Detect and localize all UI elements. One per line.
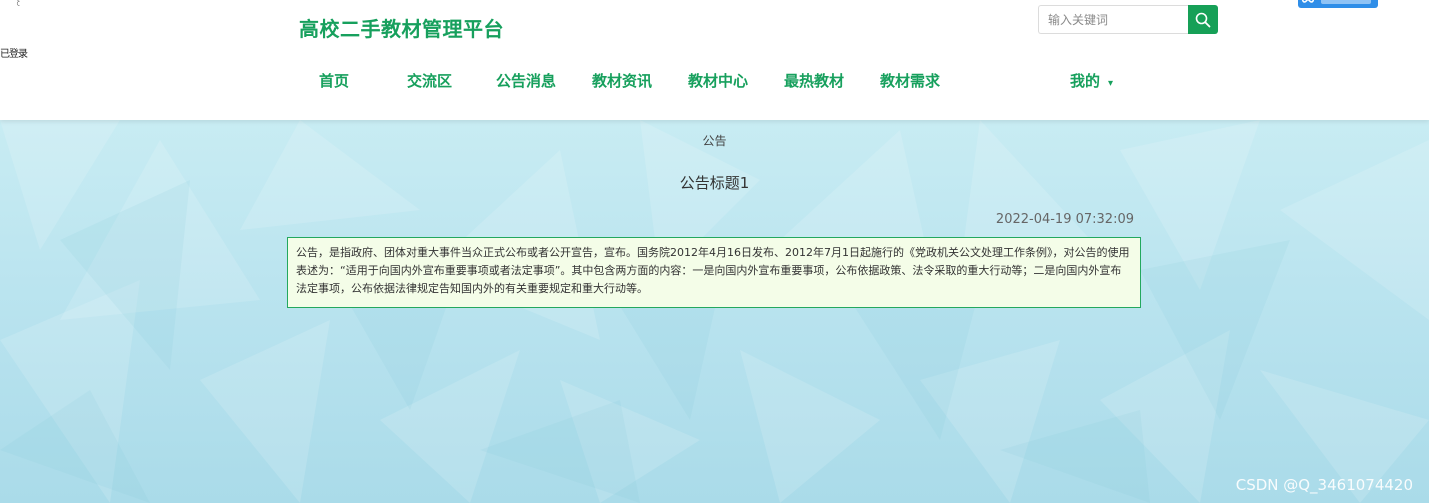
infinity-icon — [1301, 0, 1315, 3]
main-content: 公告 公告标题1 2022-04-19 07:32:09 公告，是指政府、团体对… — [0, 120, 1429, 503]
notice-timestamp: 2022-04-19 07:32:09 — [995, 212, 1134, 227]
chevron-down-icon: ▾ — [1108, 78, 1114, 89]
nav-item-my-account[interactable]: 我的 ▾ — [1070, 70, 1113, 91]
main-nav: 首页 交流区 公告消息 教材资讯 教材中心 最热教材 教材需求 我的 ▾ — [0, 70, 1429, 90]
notice-content: 公告，是指政府、团体对重大事件当众正式公布或者公开宣告，宣布。国务院2012年4… — [287, 237, 1141, 308]
search-icon — [1195, 12, 1211, 27]
watermark: CSDN @Q_3461074420 — [1235, 476, 1413, 494]
notice-title: 公告标题1 — [679, 174, 750, 192]
nav-item-textbook-requests[interactable]: 教材需求 — [880, 70, 940, 91]
breadcrumb: 公告 — [702, 134, 727, 148]
search-button[interactable] — [1188, 5, 1218, 34]
badge-label-block — [1321, 0, 1371, 4]
nav-item-hot-textbooks[interactable]: 最热教材 — [784, 70, 844, 91]
login-status-text: 已登录 — [0, 49, 28, 60]
nav-item-textbook-center[interactable]: 教材中心 — [688, 70, 748, 91]
nav-item-forum[interactable]: 交流区 — [407, 70, 452, 91]
site-title[interactable]: 高校二手教材管理平台 — [299, 13, 504, 42]
my-account-label: 我的 — [1070, 72, 1101, 90]
user-badge[interactable] — [1298, 0, 1378, 8]
header: ꒰ 已登录 高校二手教材管理平台 首页 交流区 公告消息 教材资讯 教材中心 最… — [0, 0, 1429, 120]
nav-item-home[interactable]: 首页 — [319, 70, 349, 91]
nav-item-announcements[interactable]: 公告消息 — [496, 70, 556, 91]
cursor-icon: ꒰ — [14, 0, 23, 9]
search-input[interactable] — [1038, 5, 1188, 34]
nav-item-textbook-news[interactable]: 教材资讯 — [592, 70, 652, 91]
